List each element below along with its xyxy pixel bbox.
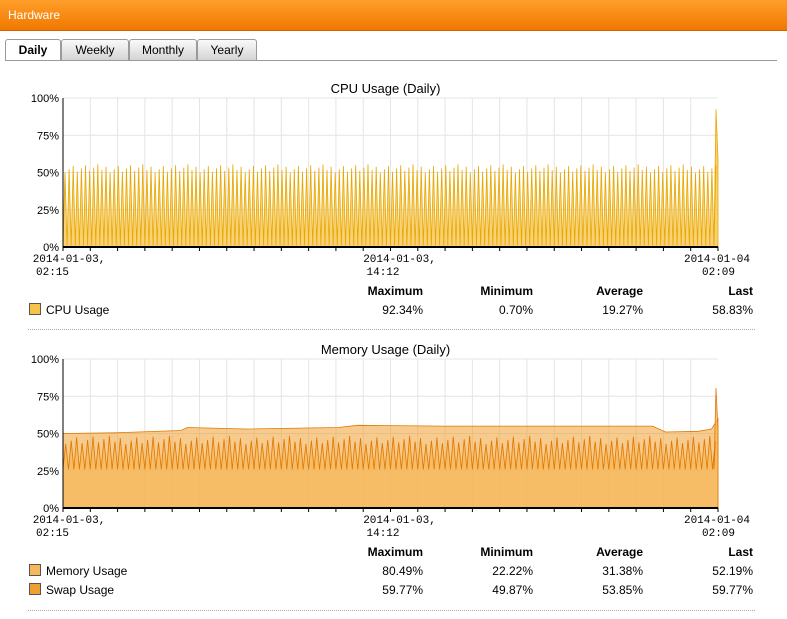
swap-stat-avg: 53.85%: [602, 583, 643, 597]
cpu-ytick-label: 0%: [43, 242, 59, 254]
cpu-header-average: Average: [596, 284, 643, 298]
memory-stat-last: 52.19%: [712, 564, 753, 578]
cpu-xtick-label-time: 02:15: [36, 267, 69, 279]
cpu-chart: CPU Usage (Daily)100%75%50%25%0%2014-01-…: [31, 81, 751, 279]
memory-stat-min: 22.22%: [492, 564, 533, 578]
cpu-xtick-label-time: 14:12: [367, 267, 400, 279]
cpu-legend-label: CPU Usage: [46, 303, 110, 317]
cpu-header-maximum: Maximum: [367, 284, 423, 298]
cpu-xtick-label-time: 02:09: [702, 267, 735, 279]
cpu-xtick-label: 2014-01-04: [684, 254, 750, 266]
swap-legend-label: Swap Usage: [46, 583, 115, 597]
memory-separator: [28, 610, 755, 611]
cpu-header-last: Last: [728, 284, 753, 298]
swap-stat-last: 59.77%: [712, 583, 753, 597]
cpu-ytick-label: 50%: [37, 168, 59, 180]
memory-ytick-label: 75%: [37, 391, 59, 403]
cpu-ytick-label: 75%: [37, 130, 59, 142]
memory-xtick-label-time: 02:09: [702, 528, 735, 540]
memory-stat-max: 80.49%: [382, 564, 423, 578]
swap-legend-swatch: [29, 583, 41, 595]
cpu-stat-min: 0.70%: [498, 303, 533, 317]
cpu-chart-title: CPU Usage (Daily): [331, 81, 441, 96]
memory-xtick-label-time: 02:15: [36, 528, 69, 540]
cpu-ytick-label: 25%: [37, 205, 59, 217]
mem-header-last: Last: [728, 545, 753, 559]
memory-ytick-label: 0%: [43, 503, 59, 515]
cpu-legend-swatch: [29, 303, 41, 315]
memory-xtick-label: 2014-01-03,: [33, 515, 106, 527]
cpu-stat-avg: 19.27%: [602, 303, 643, 317]
cpu-separator: [28, 329, 755, 330]
mem-header-average: Average: [596, 545, 643, 559]
swap-stat-max: 59.77%: [382, 583, 423, 597]
memory-ytick-label: 100%: [31, 354, 59, 366]
cpu-xtick-label: 2014-01-03,: [363, 254, 436, 266]
memory-ytick-label: 50%: [37, 429, 59, 441]
memory-ytick-label: 25%: [37, 466, 59, 478]
cpu-xtick-label: 2014-01-03,: [33, 254, 106, 266]
cpu-stat-max: 92.34%: [382, 303, 423, 317]
cpu-ytick-label: 100%: [31, 93, 59, 105]
memory-stat-avg: 31.38%: [602, 564, 643, 578]
cpu-header-minimum: Minimum: [480, 284, 533, 298]
memory-xtick-label: 2014-01-03,: [363, 515, 436, 527]
mem-header-minimum: Minimum: [480, 545, 533, 559]
memory-legend-label: Memory Usage: [46, 564, 128, 578]
memory-chart: Memory Usage (Daily)100%75%50%25%0%2014-…: [31, 342, 751, 540]
memory-xtick-label: 2014-01-04: [684, 515, 750, 527]
cpu-stat-last: 58.83%: [712, 303, 753, 317]
memory-legend-swatch: [29, 564, 41, 576]
mem-header-maximum: Maximum: [367, 545, 423, 559]
swap-stat-min: 49.87%: [492, 583, 533, 597]
memory-xtick-label-time: 14:12: [367, 528, 400, 540]
memory-chart-title: Memory Usage (Daily): [321, 342, 450, 357]
